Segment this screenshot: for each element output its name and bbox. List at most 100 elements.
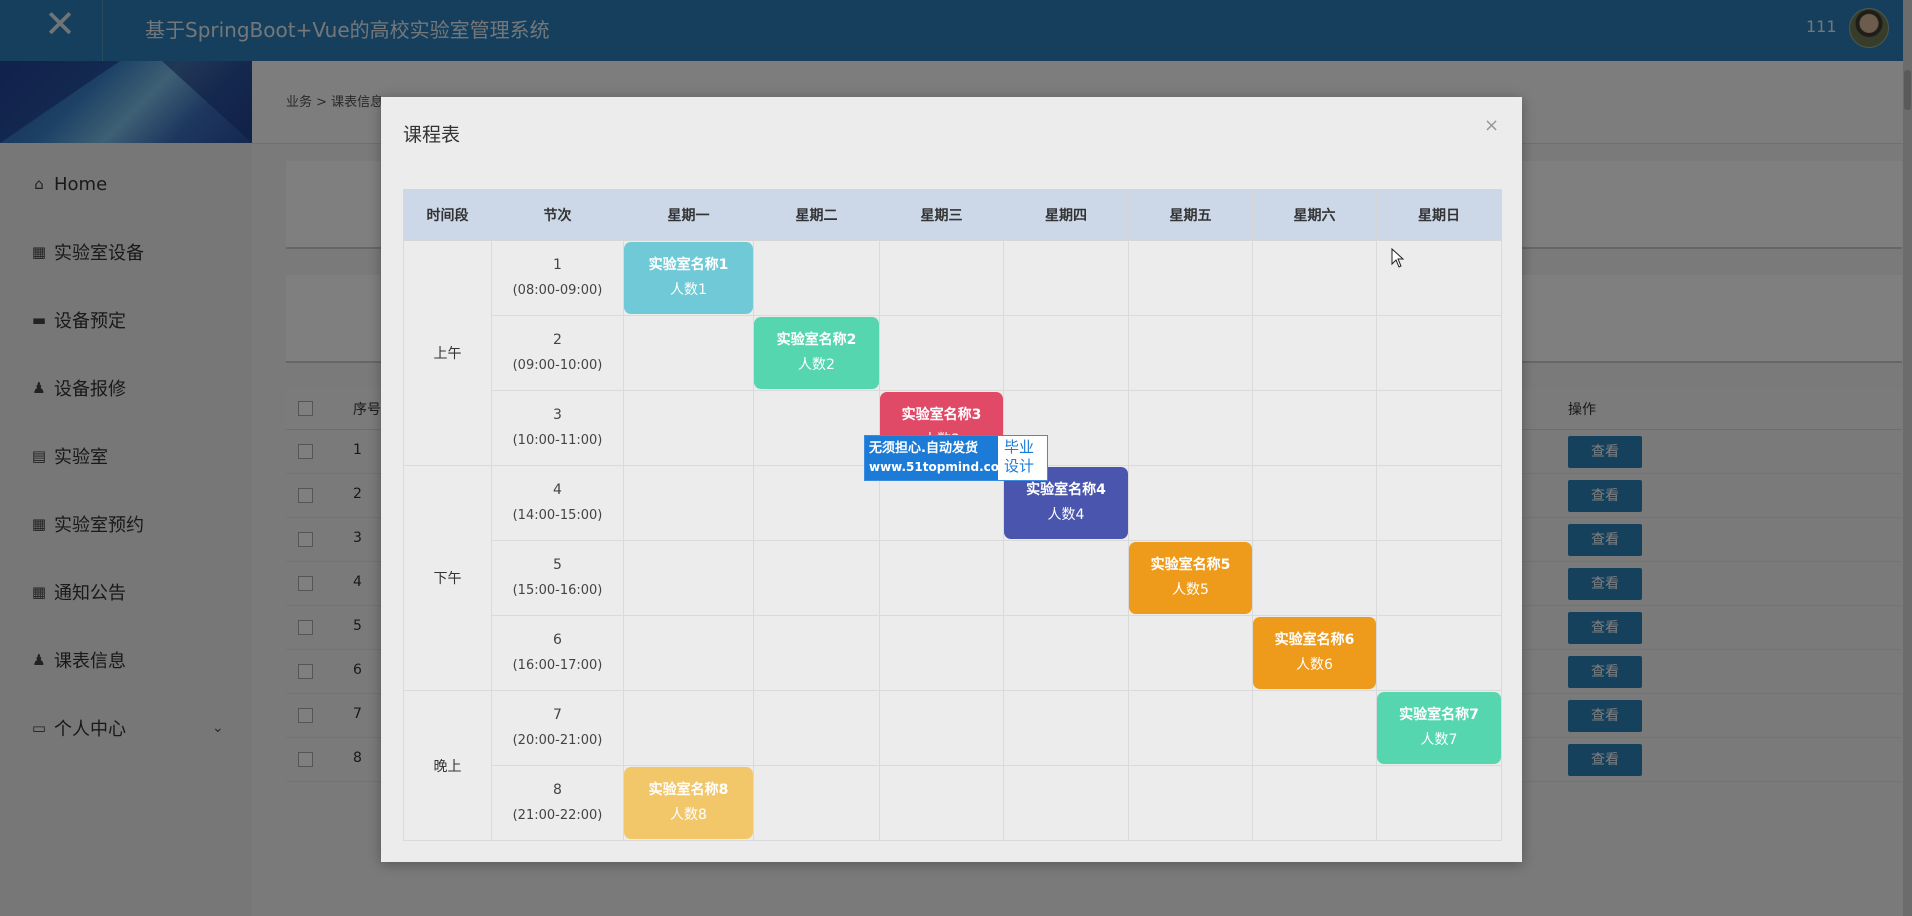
slot-number: 5 (553, 557, 562, 573)
timetable-body: 上午 1 (08:00-09:00) 实验室名称1 人数1 2 (09:00-10:00) 实… (403, 240, 1502, 841)
slot-number: 2 (553, 332, 562, 348)
slot-cell: 2 (09:00-10:00) (491, 315, 624, 391)
course-count: 人数8 (670, 807, 707, 823)
course-name: 实验室名称5 (1150, 557, 1231, 573)
slot-cell: 3 (10:00-11:00) (491, 390, 624, 466)
slot-time: (15:00-16:00) (512, 583, 603, 598)
day-cell (879, 765, 1004, 841)
header-cell: 星期五 (1128, 189, 1253, 241)
day-cell (1003, 240, 1129, 316)
course-name: 实验室名称3 (901, 407, 982, 423)
day-cell (1376, 465, 1502, 541)
timetable-row: 2 (09:00-10:00) 实验室名称2 人数2 (404, 315, 1502, 391)
course-card[interactable]: 实验室名称5 人数5 (1129, 542, 1252, 614)
header-cell: 星期日 (1376, 189, 1502, 241)
day-cell (623, 540, 754, 616)
day-cell: 实验室名称1 人数1 (623, 240, 754, 316)
header-cell: 星期四 (1003, 189, 1129, 241)
watermark-right1: 毕业 (1004, 438, 1035, 456)
day-cell (1003, 765, 1129, 841)
day-cell (1128, 615, 1253, 691)
day-cell (1128, 690, 1253, 766)
course-count: 人数1 (670, 282, 707, 298)
watermark-line1: 无须担心.自动发货 (869, 441, 978, 456)
slot-time: (20:00-21:00) (512, 733, 603, 748)
day-cell (1003, 540, 1129, 616)
day-cell (1252, 690, 1377, 766)
day-cell (1376, 390, 1502, 466)
day-cell (1128, 315, 1253, 391)
day-cell (879, 615, 1004, 691)
timetable-row: 上午 1 (08:00-09:00) 实验室名称1 人数1 (403, 240, 1502, 466)
day-cell (753, 240, 880, 316)
course-card[interactable]: 实验室名称6 人数6 (1253, 617, 1376, 689)
day-cell: 实验室名称7 人数7 (1376, 690, 1502, 766)
slot-time: (16:00-17:00) (512, 658, 603, 673)
timetable-header: 时间段 节次 星期一 星期二 星期三 星期四 星期五 星期六 星期日 (403, 189, 1502, 241)
day-cell: 实验室名称5 人数5 (1128, 540, 1253, 616)
day-cell (1128, 765, 1253, 841)
day-cell (1252, 390, 1377, 466)
day-cell (879, 315, 1004, 391)
timetable-row: 5 (15:00-16:00) 实验室名称5 人数5 (404, 540, 1502, 616)
course-card[interactable]: 实验室名称2 人数2 (754, 317, 879, 389)
watermark-line2: www.51topmind.com (869, 460, 1012, 474)
day-cell (879, 540, 1004, 616)
day-cell (623, 465, 754, 541)
slot-cell: 1 (08:00-09:00) (491, 240, 624, 316)
day-cell (623, 390, 754, 466)
course-count: 人数5 (1172, 582, 1209, 598)
slot-number: 8 (553, 782, 562, 798)
slot-cell: 6 (16:00-17:00) (491, 615, 624, 691)
course-card[interactable]: 实验室名称1 人数1 (624, 242, 753, 314)
watermark-right: 毕业 设计 (998, 436, 1047, 480)
day-cell (753, 465, 880, 541)
day-cell: 实验室名称6 人数6 (1252, 615, 1377, 691)
slot-cell: 7 (20:00-21:00) (491, 690, 624, 766)
course-count: 人数2 (798, 357, 835, 373)
day-cell (623, 315, 754, 391)
day-cell (753, 390, 880, 466)
day-cell (1128, 390, 1253, 466)
day-cell (1003, 690, 1129, 766)
day-cell (879, 690, 1004, 766)
day-cell (753, 765, 880, 841)
watermark-right2: 设计 (1004, 457, 1035, 475)
day-cell (1128, 240, 1253, 316)
period-cell: 上午 (403, 240, 492, 466)
day-cell (1003, 615, 1129, 691)
day-cell (1376, 540, 1502, 616)
day-cell (753, 540, 880, 616)
day-cell: 实验室名称8 人数8 (623, 765, 754, 841)
day-cell (1376, 615, 1502, 691)
day-cell (1003, 315, 1129, 391)
slot-time: (21:00-22:00) (512, 808, 603, 823)
day-cell (1252, 315, 1377, 391)
watermark-left: 无须担心.自动发货 www.51topmind.com (865, 436, 1012, 480)
modal-title: 课程表 (403, 124, 461, 146)
course-card[interactable]: 实验室名称7 人数7 (1377, 692, 1501, 764)
day-cell (1128, 465, 1253, 541)
mouse-cursor-icon (1391, 248, 1405, 268)
day-cell (1376, 315, 1502, 391)
day-cell: 实验室名称2 人数2 (753, 315, 880, 391)
slot-number: 7 (553, 707, 562, 723)
course-count: 人数6 (1296, 657, 1333, 673)
course-name: 实验室名称6 (1274, 632, 1355, 648)
watermark-badge: 无须担心.自动发货 www.51topmind.com 毕业 设计 (864, 435, 1048, 481)
slot-cell: 4 (14:00-15:00) (491, 465, 624, 541)
day-cell (1376, 765, 1502, 841)
slot-time: (08:00-09:00) (512, 283, 603, 298)
period-cell: 下午 (403, 465, 492, 691)
day-cell (623, 615, 754, 691)
course-count: 人数7 (1420, 732, 1458, 748)
header-cell: 星期二 (753, 189, 880, 241)
close-icon[interactable]: × (1484, 115, 1499, 136)
slot-time: (10:00-11:00) (512, 433, 603, 448)
day-cell (753, 690, 880, 766)
timetable-row: 8 (21:00-22:00) 实验室名称8 人数8 (404, 765, 1502, 841)
slot-number: 6 (553, 632, 562, 648)
period-cell: 晚上 (403, 690, 492, 841)
course-card[interactable]: 实验室名称8 人数8 (624, 767, 753, 839)
slot-cell: 8 (21:00-22:00) (491, 765, 624, 841)
